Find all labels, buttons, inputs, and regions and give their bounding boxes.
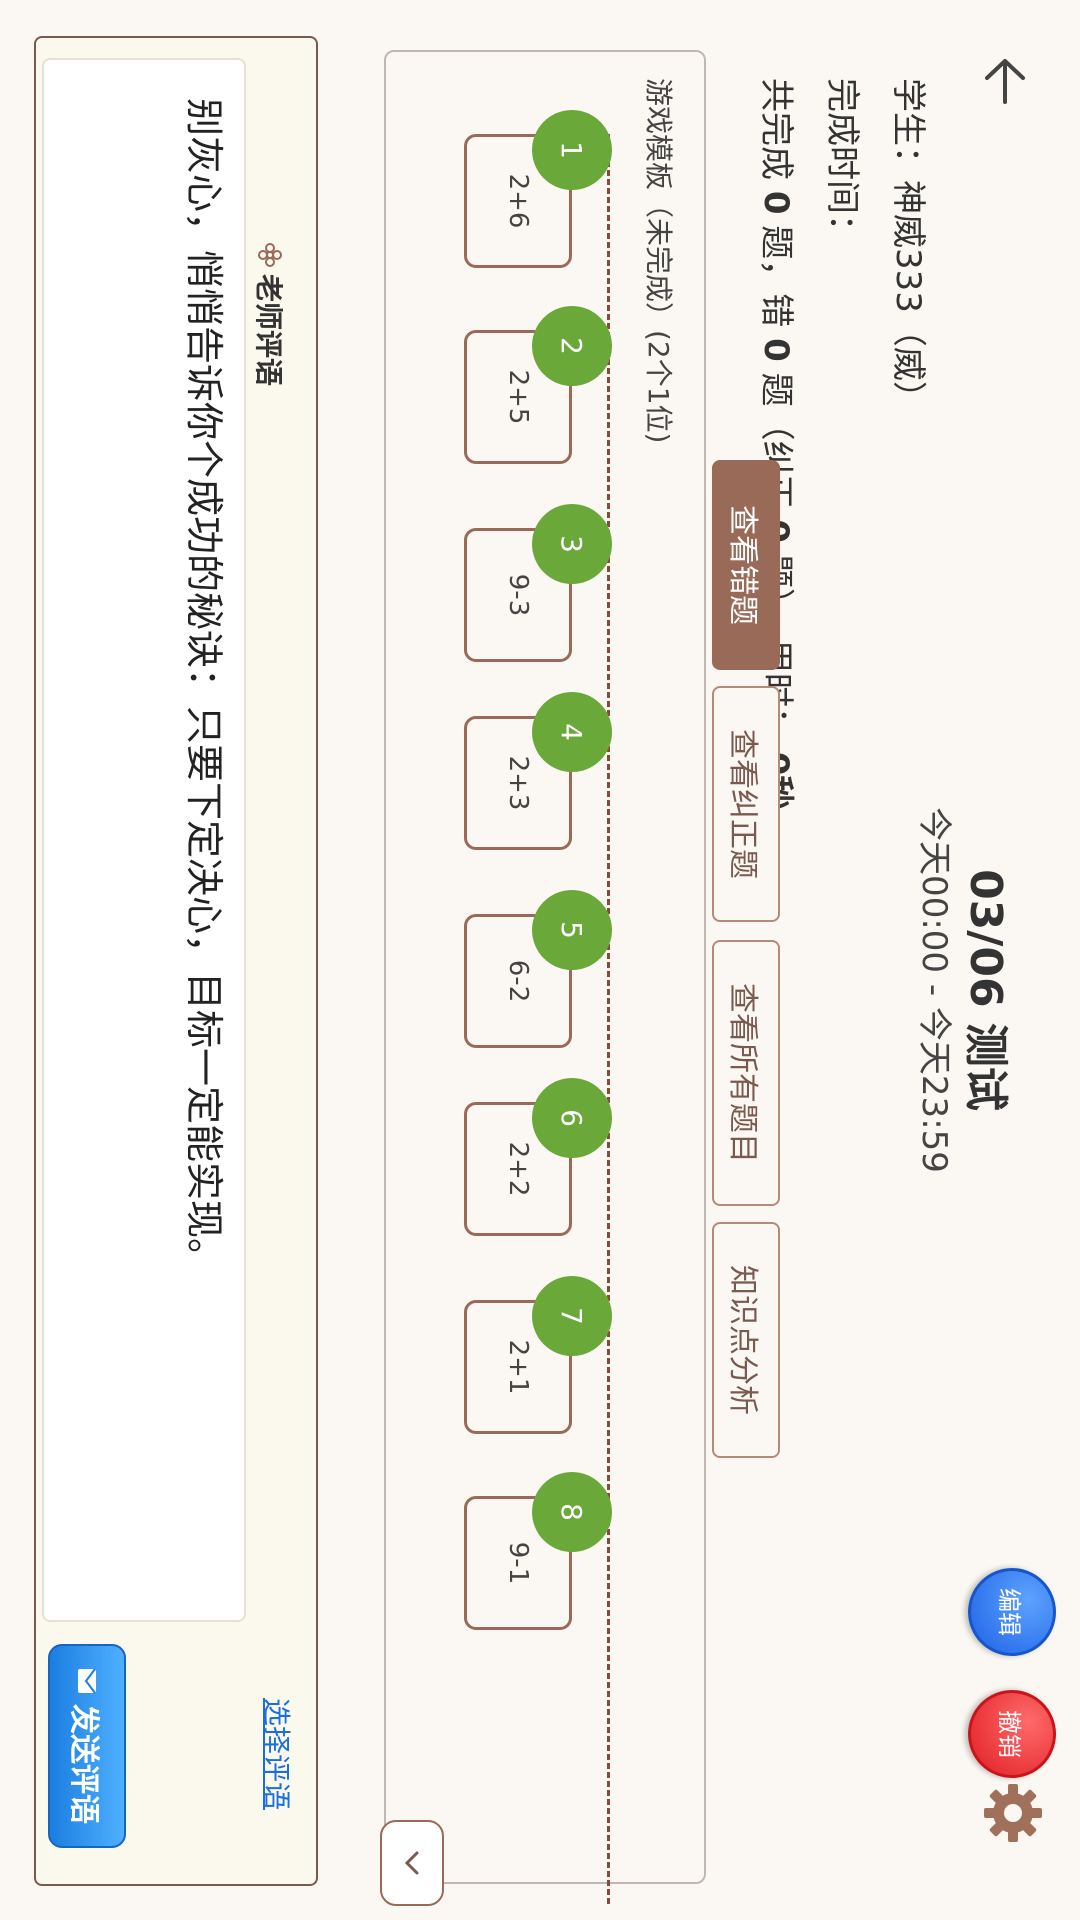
envelope-icon xyxy=(78,1668,96,1694)
summary-text: 题，错 xyxy=(756,225,796,328)
divider xyxy=(607,134,610,1904)
back-button[interactable] xyxy=(970,48,1040,118)
choose-comment-link[interactable]: 选择评语 xyxy=(258,1698,298,1810)
tab-corrected-questions[interactable]: 查看纠正题 xyxy=(712,686,780,922)
comment-heading-label: 老师评语 xyxy=(252,274,285,387)
page-title: 03/06 测试 xyxy=(960,869,1011,1111)
done-count: 0 xyxy=(756,190,796,215)
comment-text: 别灰心，悄悄告诉你个成功的秘诀：只要下定决心，目标一定能实现。 xyxy=(182,98,226,1277)
tab-knowledge-analysis[interactable]: 知识点分析 xyxy=(712,1222,780,1458)
question-number-badge: 4 xyxy=(532,692,612,772)
time-range: 今天00:00 - 今天23:59 xyxy=(914,807,954,1173)
send-comment-button[interactable]: 发送评语 xyxy=(48,1644,126,1848)
question-number-badge: 1 xyxy=(532,110,612,190)
flower-icon xyxy=(258,243,282,267)
game-panel: 游戏模板（未完成）(2个1位) 2+6 1 2+5 2 9-3 3 2+3 4 … xyxy=(380,50,706,1906)
settings-button[interactable] xyxy=(980,1780,1046,1846)
comment-heading: 老师评语 xyxy=(250,242,290,386)
screen: 03/06 测试 今天00:00 - 今天23:59 编辑 撤销 学生：神威33… xyxy=(0,0,1080,1920)
question-number-badge: 2 xyxy=(532,306,612,386)
finish-time: 完成时间： xyxy=(822,78,862,248)
tab-all-questions[interactable]: 查看所有题目 xyxy=(712,940,780,1206)
gear-icon xyxy=(984,1784,1042,1842)
student-name: 学生：神威333（威） xyxy=(888,78,928,415)
question-number-badge: 6 xyxy=(532,1078,612,1158)
tab-wrong-questions[interactable]: 查看错题 xyxy=(712,460,780,670)
question-number-badge: 5 xyxy=(532,890,612,970)
arrow-left-icon xyxy=(985,59,1025,104)
chevron-down-icon xyxy=(404,1851,419,1875)
question-number-badge: 8 xyxy=(532,1472,612,1552)
game-title: 游戏模板（未完成）(2个1位) xyxy=(642,78,675,444)
edit-button[interactable]: 编辑 xyxy=(968,1568,1056,1656)
question-number-badge: 7 xyxy=(532,1276,612,1356)
question-number-badge: 3 xyxy=(532,504,612,584)
wrong-count: 0 xyxy=(756,338,796,362)
collapse-button[interactable] xyxy=(380,1820,444,1906)
send-comment-label: 发送评语 xyxy=(66,1704,101,1824)
undo-button[interactable]: 撤销 xyxy=(968,1690,1056,1778)
summary-prefix: 共完成 xyxy=(756,78,796,180)
teacher-comment-panel: 老师评语 别灰心，悄悄告诉你个成功的秘诀：只要下定决心，目标一定能实现。 选择评… xyxy=(34,36,318,1886)
